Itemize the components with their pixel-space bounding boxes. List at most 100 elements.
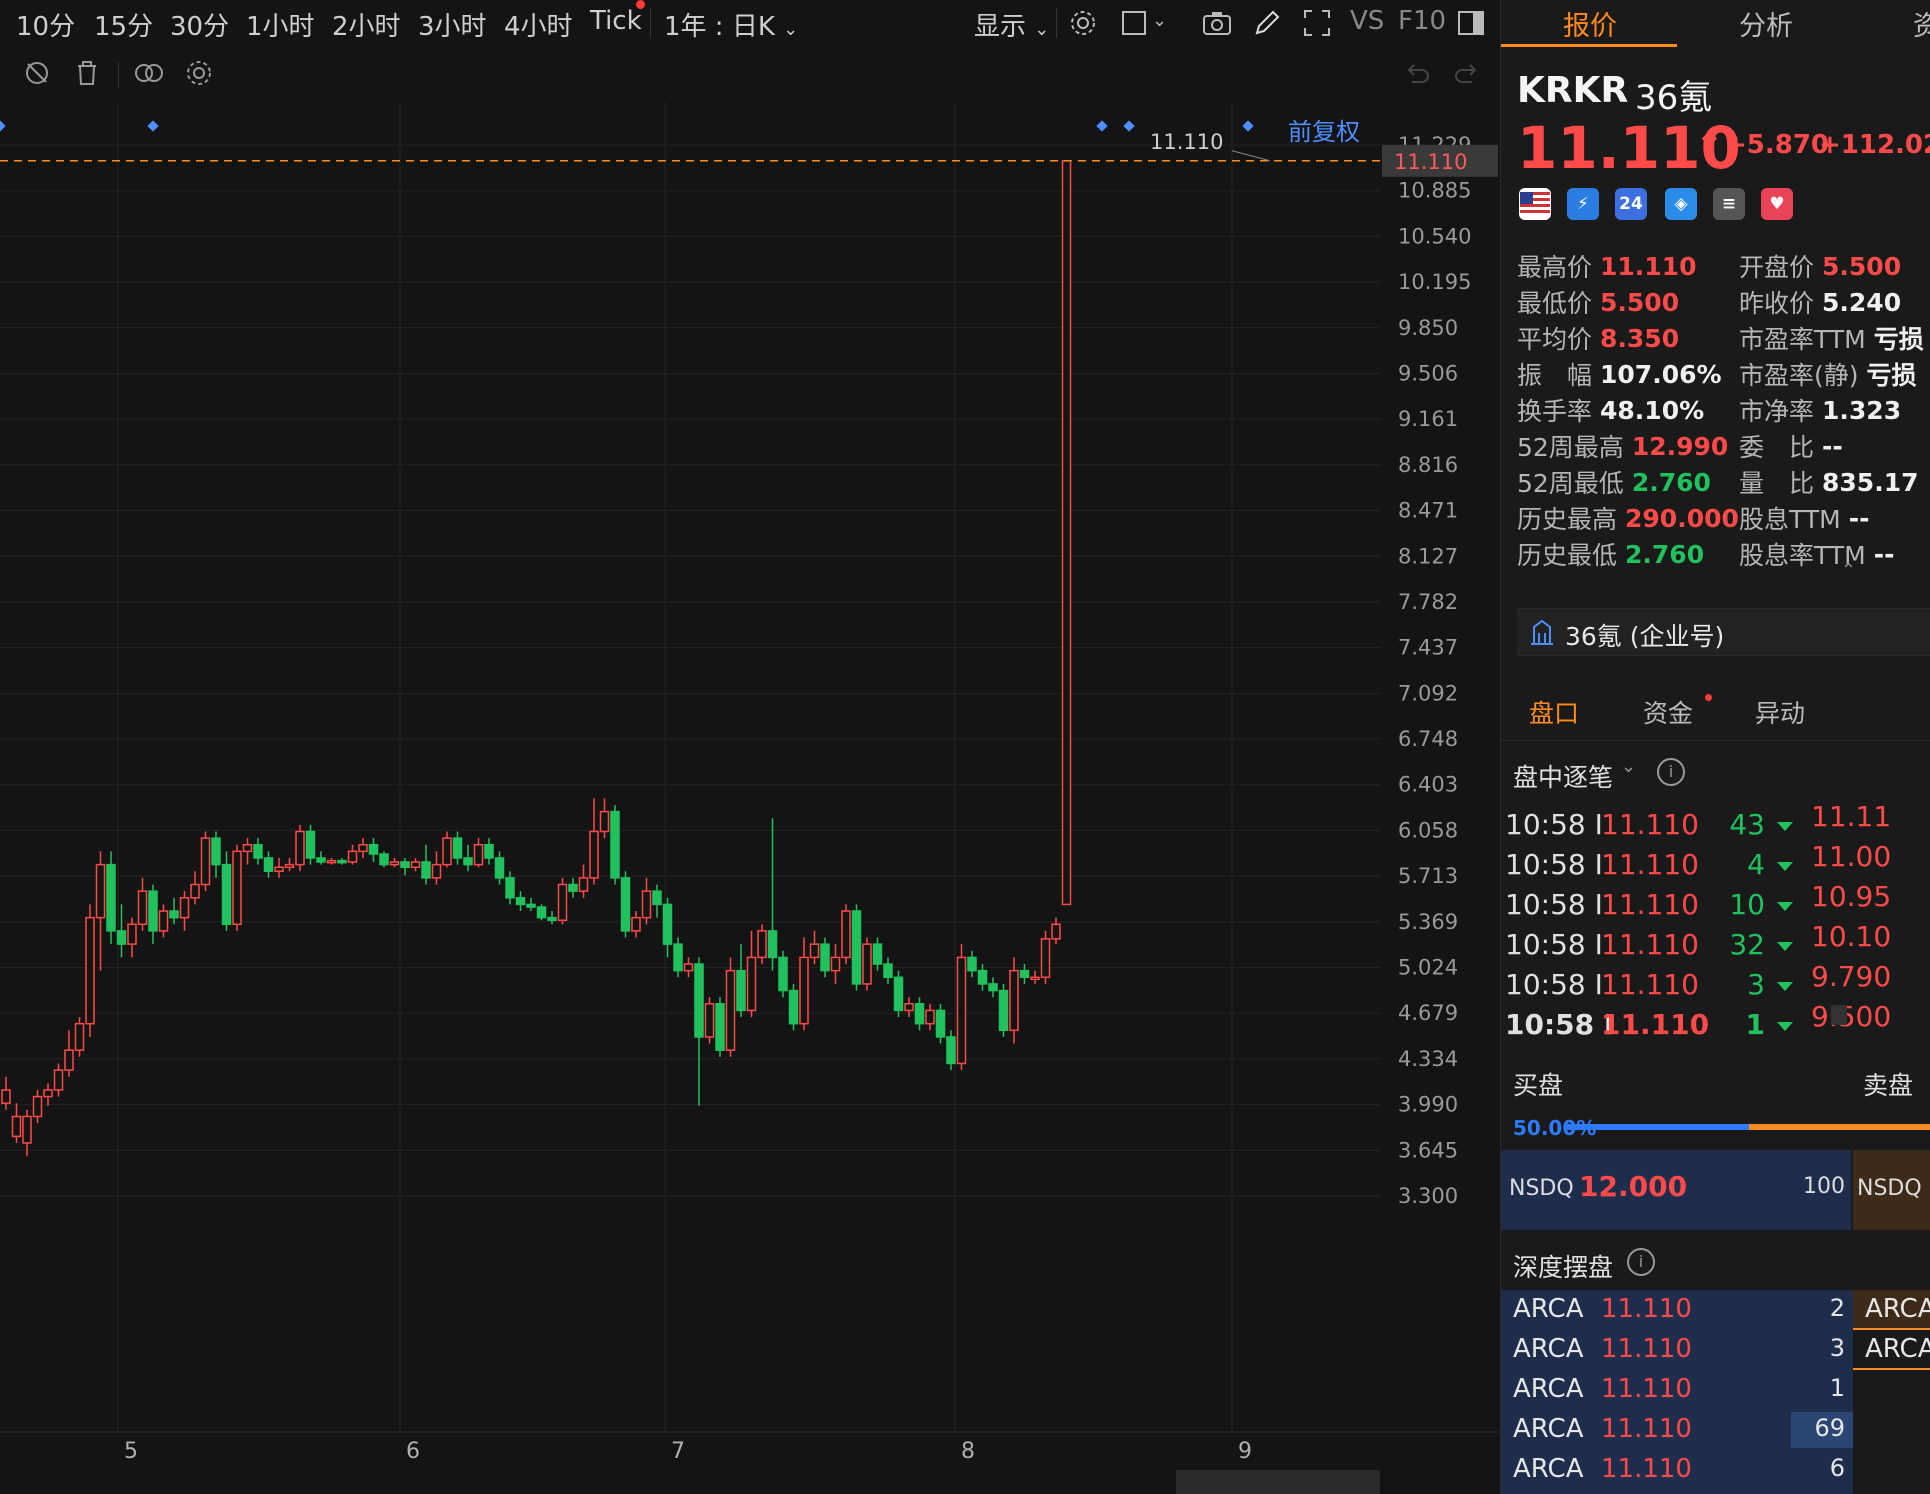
lightning-icon[interactable]: ⚡ <box>1567 188 1599 220</box>
24h-trading-icon[interactable]: 24 <box>1615 188 1647 220</box>
favorite-heart-icon[interactable]: ♥ <box>1761 188 1793 220</box>
event-marker-icon[interactable] <box>1242 120 1254 132</box>
candle[interactable] <box>263 851 274 878</box>
candle[interactable] <box>158 904 169 938</box>
period-tick[interactable]: Tick <box>590 6 642 36</box>
candle[interactable] <box>788 983 799 1031</box>
layout-box-icon[interactable] <box>1118 6 1152 40</box>
candle[interactable] <box>305 824 316 865</box>
candle[interactable] <box>515 891 526 912</box>
candle[interactable] <box>610 804 620 885</box>
candle[interactable] <box>1019 964 1030 984</box>
tab-more[interactable]: 资 <box>1913 4 1930 43</box>
fullscreen-icon[interactable] <box>1300 6 1334 40</box>
candle[interactable] <box>442 831 452 868</box>
candle[interactable] <box>463 844 473 872</box>
candle[interactable] <box>568 877 578 898</box>
candle[interactable] <box>725 957 736 1057</box>
candle[interactable] <box>694 957 704 1106</box>
candle[interactable] <box>998 983 1009 1037</box>
collapse-chevron-icon[interactable]: ⌃ <box>1841 560 1856 581</box>
candle[interactable] <box>431 851 442 885</box>
subtab-orderbook[interactable]: 盘口 <box>1529 694 1579 730</box>
info-icon[interactable]: i <box>1657 758 1685 786</box>
candle[interactable] <box>347 844 358 865</box>
event-marker-icon[interactable] <box>1123 120 1135 132</box>
period-30min[interactable]: 30分 <box>170 6 229 43</box>
candle[interactable] <box>389 857 400 868</box>
candle[interactable] <box>95 851 106 971</box>
candle[interactable] <box>421 844 431 885</box>
depth-ask-row[interactable]: ARCA <box>1853 1290 1930 1330</box>
f10-button[interactable]: F10 <box>1398 6 1446 36</box>
candle[interactable] <box>484 838 494 865</box>
candle[interactable] <box>337 857 347 865</box>
candle[interactable] <box>473 838 484 868</box>
candle[interactable] <box>200 831 211 892</box>
candle[interactable] <box>641 877 652 925</box>
candle[interactable] <box>757 924 767 965</box>
candle[interactable] <box>295 824 305 872</box>
depth-row[interactable]: ARCA 11.110 69 <box>1501 1410 1853 1450</box>
candle[interactable] <box>862 937 872 991</box>
candle[interactable] <box>11 1103 22 1143</box>
candle[interactable] <box>799 937 809 1031</box>
candle[interactable] <box>85 904 95 1037</box>
candle[interactable] <box>715 997 725 1057</box>
candle[interactable] <box>673 937 683 978</box>
candle[interactable] <box>988 977 998 998</box>
chart-canvas[interactable]: 11.22910.88510.54010.1959.8509.5069.1618… <box>0 102 1500 1494</box>
candle[interactable] <box>830 944 841 984</box>
drawing-settings-gear-icon[interactable] <box>182 56 216 90</box>
candle[interactable] <box>767 818 778 971</box>
candle[interactable] <box>316 851 326 865</box>
candle[interactable] <box>274 857 284 878</box>
scroll-thumb[interactable] <box>1831 1005 1847 1025</box>
period-2h[interactable]: 2小时 <box>332 6 401 43</box>
candle[interactable] <box>284 857 295 872</box>
candle[interactable] <box>872 937 883 971</box>
candle[interactable] <box>106 851 116 945</box>
note-icon[interactable]: ≡ <box>1713 188 1745 220</box>
candle[interactable] <box>494 851 505 885</box>
depth-row[interactable]: ARCA 11.110 6 <box>1501 1450 1853 1490</box>
candle[interactable] <box>410 857 421 872</box>
period-15min[interactable]: 15分 <box>94 6 153 43</box>
info-icon[interactable]: i <box>1627 1248 1655 1276</box>
event-marker-icon[interactable] <box>1096 120 1108 132</box>
hide-drawings-icon[interactable] <box>20 56 54 90</box>
candle[interactable] <box>935 1003 946 1044</box>
undo-icon[interactable] <box>1400 56 1434 90</box>
tag-icon[interactable]: ◈ <box>1665 188 1697 220</box>
candle[interactable] <box>148 884 158 945</box>
candle[interactable] <box>43 1083 53 1106</box>
candle[interactable] <box>946 1030 956 1071</box>
period-1h[interactable]: 1小时 <box>246 6 315 43</box>
candle[interactable] <box>883 957 893 984</box>
candle[interactable] <box>452 831 463 865</box>
range-selector[interactable]: 1年 : 日K ⌄ <box>664 6 798 43</box>
display-menu[interactable]: 显示 ⌄ <box>974 6 1049 43</box>
candle[interactable] <box>368 838 379 862</box>
candle[interactable] <box>536 904 547 921</box>
candle[interactable] <box>232 844 242 931</box>
candle[interactable] <box>1030 970 1040 984</box>
tab-analysis[interactable]: 分析 <box>1739 4 1793 43</box>
candle[interactable] <box>179 891 190 931</box>
candle[interactable] <box>253 838 263 865</box>
depth-row[interactable]: ARCA 11.110 3 <box>1501 1330 1853 1370</box>
candle[interactable] <box>956 944 967 1071</box>
candle[interactable] <box>1009 957 1019 1044</box>
candle[interactable] <box>841 904 851 965</box>
horizontal-scrollbar[interactable] <box>1176 1470 1380 1494</box>
candle[interactable] <box>589 798 599 885</box>
candle[interactable] <box>400 857 410 876</box>
depth-row[interactable]: ARCA 11.110 2 <box>1501 1290 1853 1330</box>
candle[interactable] <box>778 950 788 998</box>
candle[interactable] <box>1061 160 1072 906</box>
candle[interactable] <box>169 897 179 925</box>
candle[interactable] <box>652 884 662 918</box>
candle[interactable] <box>53 1063 64 1097</box>
redo-icon[interactable] <box>1450 56 1484 90</box>
candle[interactable] <box>116 904 127 958</box>
